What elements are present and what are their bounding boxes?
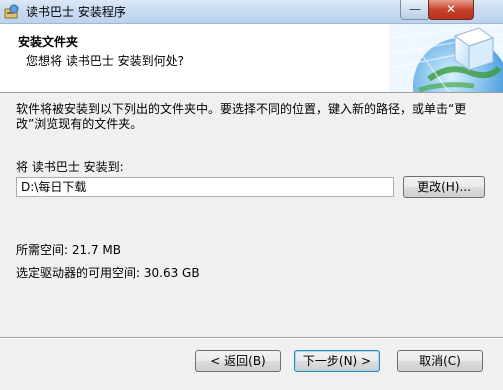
footer-divider [0,337,503,339]
required-space-text: 所需空间: 21.7 MB [16,243,121,257]
close-icon: ✕ [445,2,457,16]
close-button[interactable]: ✕ [428,0,474,20]
window-title: 读书巴士 安装程序 [26,5,126,19]
wizard-header: 安装文件夹 您想将 读书巴士 安装到何处? [0,24,503,93]
next-button[interactable]: 下一步(N) > [294,350,380,372]
page-subtitle: 您想将 读书巴士 安装到何处? [26,54,184,68]
instructions-text: 软件将被安装到以下列出的文件夹中。要选择不同的位置，键入新的路径，或单击“更改”… [16,102,467,131]
installer-icon [4,3,20,19]
cancel-button[interactable]: 取消(C) [397,350,483,372]
available-space-text: 选定驱动器的可用空间: 30.63 GB [16,266,200,280]
install-location-label: 将 读书巴士 安装到: [16,160,124,174]
minimize-button[interactable]: — [400,0,430,20]
globe-cube-icon [389,24,503,92]
install-path-field[interactable]: D:\每日下载 [16,177,394,197]
page-title: 安装文件夹 [18,35,79,49]
back-button[interactable]: < 返回(B) [195,350,281,372]
title-bar[interactable]: 读书巴士 安装程序 — ✕ [0,0,503,24]
change-folder-button[interactable]: 更改(H)... [403,176,485,198]
minimize-icon: — [409,2,421,16]
